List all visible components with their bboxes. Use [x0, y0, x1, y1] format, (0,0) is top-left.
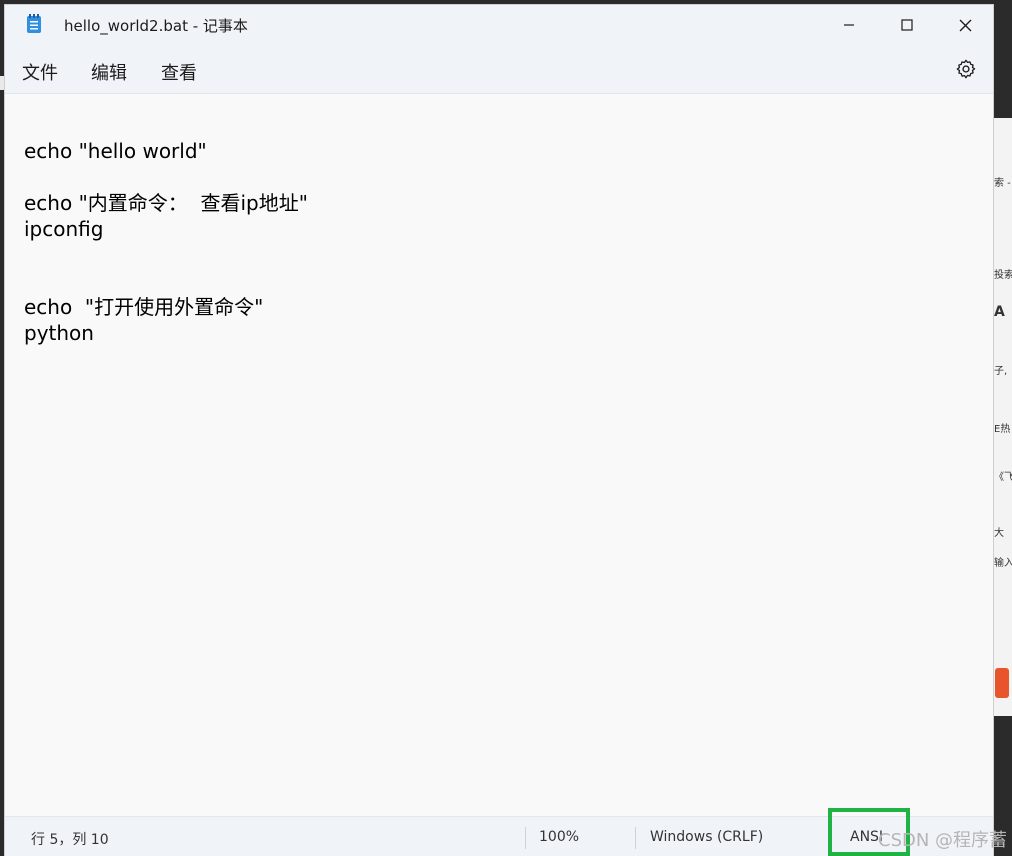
background-text: 子,	[994, 366, 1008, 377]
background-text: 索 -	[994, 178, 1011, 189]
background-accent	[995, 668, 1009, 698]
menu-view[interactable]: 查看	[161, 59, 197, 85]
minimize-button[interactable]	[820, 5, 878, 45]
background-text: 投索	[994, 270, 1012, 281]
background-text: 输入	[994, 558, 1012, 569]
status-divider	[525, 827, 526, 849]
maximize-button[interactable]	[878, 5, 936, 45]
window-title: hello_world2.bat - 记事本	[64, 17, 248, 35]
settings-button[interactable]	[955, 58, 977, 80]
background-text: 大	[994, 528, 1004, 539]
text-editor[interactable]: echo "hello world" echo "内置命令： 查看ip地址" i…	[5, 94, 993, 816]
menu-bar: 文件 编辑 查看	[5, 45, 993, 94]
minimize-icon	[844, 24, 854, 26]
status-divider	[635, 827, 636, 849]
maximize-icon	[901, 19, 913, 31]
title-bar[interactable]: hello_world2.bat - 记事本	[5, 5, 993, 45]
background-text: E热	[994, 424, 1011, 435]
close-icon	[959, 19, 971, 31]
notepad-window: hello_world2.bat - 记事本 文件 编辑 查看 echo "he…	[4, 4, 994, 856]
desktop: 索 - 投索 A 子, E热 《飞 大 输入 hello_world2.bat	[0, 0, 1012, 856]
menu-file[interactable]: 文件	[22, 59, 58, 85]
close-button[interactable]	[936, 5, 994, 45]
background-text: 《飞	[994, 472, 1012, 483]
notepad-icon	[26, 14, 42, 34]
watermark: CSDN @程序蓄	[878, 830, 1008, 851]
background-text: A	[994, 304, 1005, 320]
line-ending[interactable]: Windows (CRLF)	[650, 829, 763, 845]
editor-content[interactable]: echo "hello world" echo "内置命令： 查看ip地址" i…	[24, 138, 308, 346]
cursor-position: 行 5，列 10	[31, 832, 109, 848]
menu-edit[interactable]: 编辑	[91, 59, 127, 85]
gear-icon	[956, 59, 976, 79]
zoom-level[interactable]: 100%	[539, 829, 579, 845]
